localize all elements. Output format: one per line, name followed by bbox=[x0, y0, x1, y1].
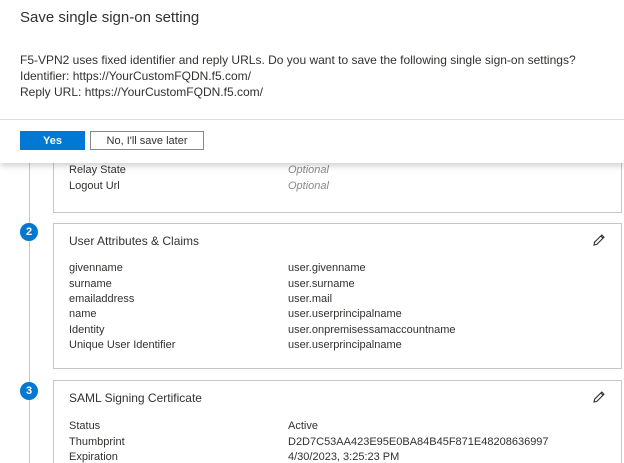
step-connector-line bbox=[29, 163, 30, 463]
saml-certificate-card: SAML Signing Certificate Status Active T… bbox=[53, 380, 622, 463]
attr-label: Unique User Identifier bbox=[69, 339, 176, 351]
attr-label: givenname bbox=[69, 262, 123, 274]
attr-label: emailaddress bbox=[69, 293, 135, 305]
logout-url-value: Optional bbox=[288, 180, 329, 192]
attr-value: user.userprincipalname bbox=[288, 308, 402, 320]
step-2-badge: 2 bbox=[20, 223, 38, 241]
attr-label: surname bbox=[69, 278, 112, 290]
pencil-icon[interactable] bbox=[591, 389, 607, 405]
pencil-icon[interactable] bbox=[591, 232, 607, 248]
user-attributes-card: User Attributes & Claims givenname user.… bbox=[53, 223, 622, 369]
attr-value: user.onpremisessamaccountname bbox=[288, 324, 456, 336]
relay-state-label: Relay State bbox=[69, 164, 126, 176]
cert-label: Thumbprint bbox=[69, 436, 125, 448]
save-sso-dialog: Save single sign-on setting F5-VPN2 uses… bbox=[0, 0, 624, 163]
dialog-body: F5-VPN2 uses fixed identifier and reply … bbox=[20, 52, 576, 100]
logout-url-label: Logout Url bbox=[69, 180, 120, 192]
saml-certificate-title: SAML Signing Certificate bbox=[69, 391, 202, 405]
relay-state-value: Optional bbox=[288, 164, 329, 176]
step-3-badge: 3 bbox=[20, 382, 38, 400]
cert-value: D2D7C53AA423E95E0BA84B45F871E48208636997 bbox=[288, 436, 549, 448]
save-later-button[interactable]: No, I'll save later bbox=[90, 131, 204, 150]
reply-url-line: Reply URL: https://YourCustomFQDN.f5.com… bbox=[20, 85, 263, 99]
attr-value: user.mail bbox=[288, 293, 333, 305]
cert-label: Status bbox=[69, 420, 101, 432]
cert-value: 4/30/2023, 3:25:23 PM bbox=[288, 451, 400, 463]
cert-value: Active bbox=[288, 420, 318, 432]
identifier-line: Identifier: https://YourCustomFQDN.f5.co… bbox=[20, 69, 251, 83]
cert-label: Expiration bbox=[69, 451, 118, 463]
attr-label: Identity bbox=[69, 324, 105, 336]
yes-button[interactable]: Yes bbox=[20, 131, 85, 150]
dialog-divider bbox=[0, 119, 624, 120]
dialog-message: F5-VPN2 uses fixed identifier and reply … bbox=[20, 53, 576, 67]
user-attributes-title: User Attributes & Claims bbox=[69, 234, 200, 248]
attr-value: user.givenname bbox=[288, 262, 366, 274]
attr-value: user.userprincipalname bbox=[288, 339, 402, 351]
attr-value: user.surname bbox=[288, 278, 355, 290]
dialog-title: Save single sign-on setting bbox=[20, 9, 200, 26]
attr-label: name bbox=[69, 308, 97, 320]
